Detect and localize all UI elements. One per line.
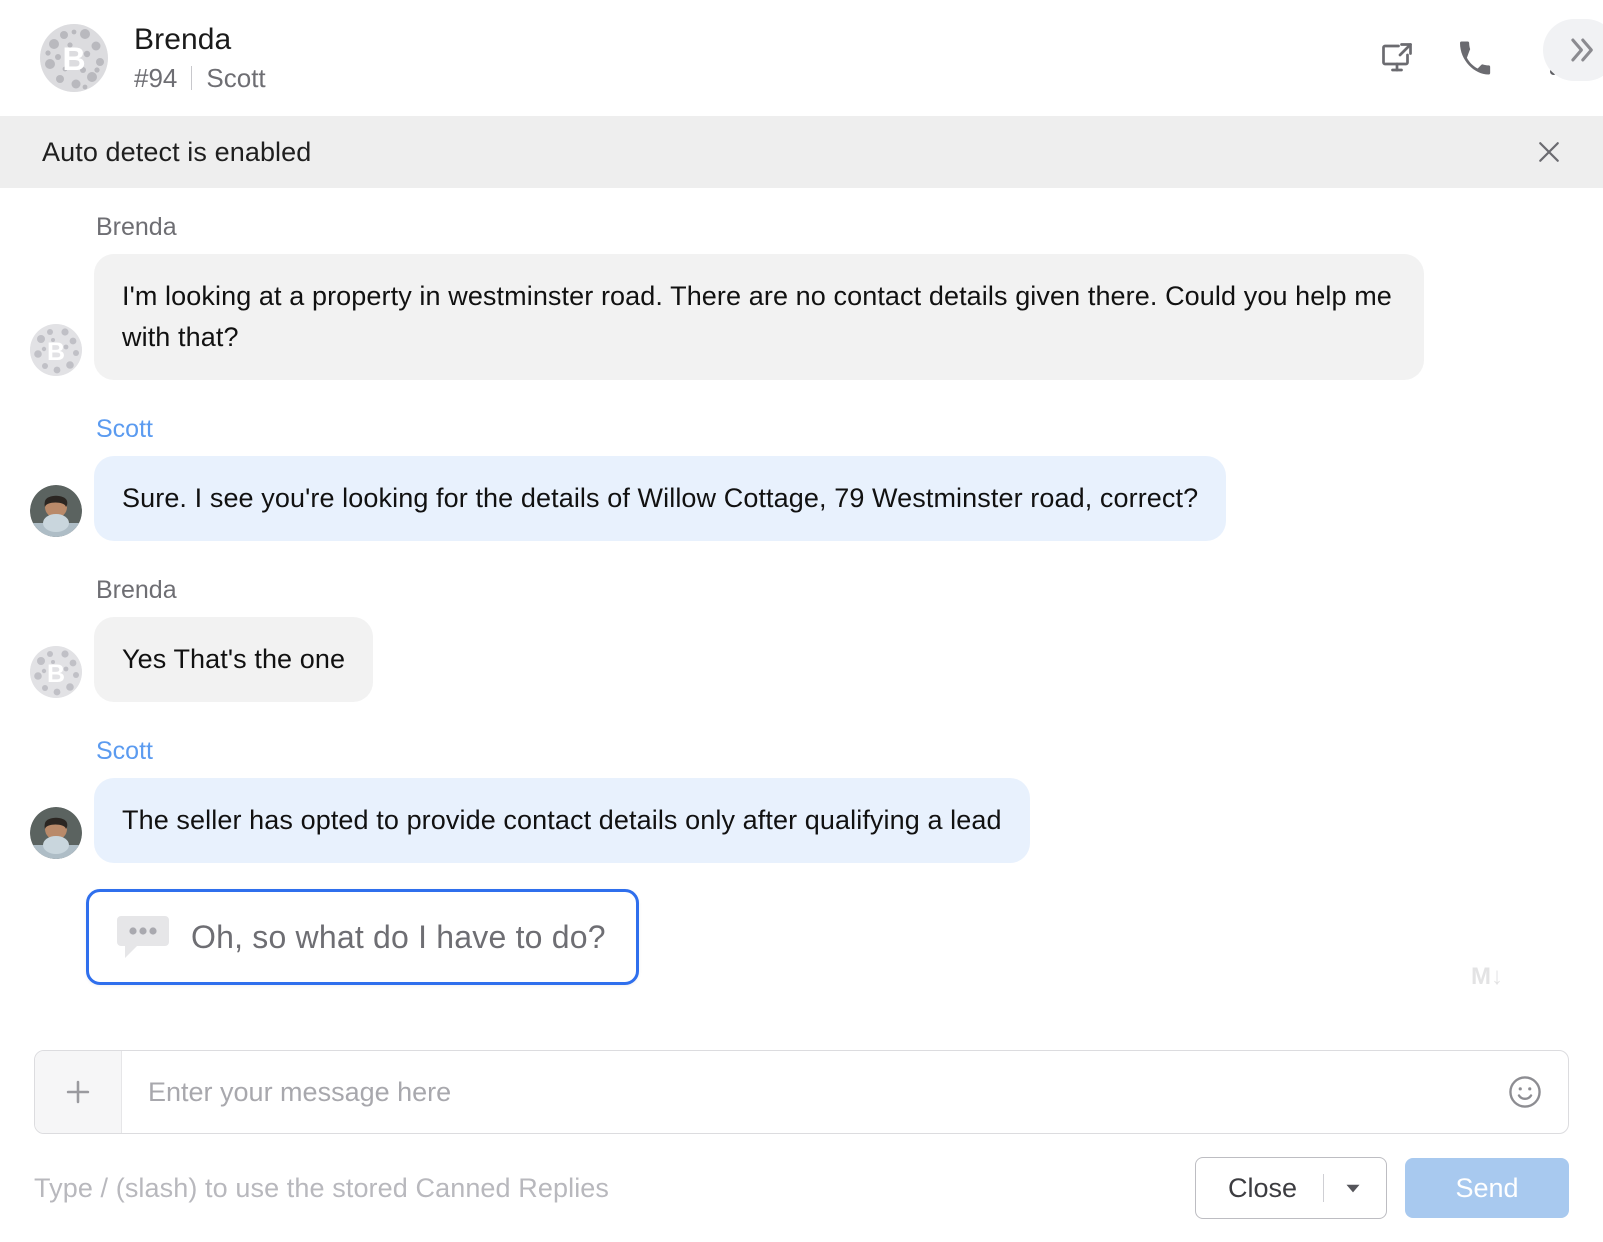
avatar-pattern-icon: B xyxy=(30,324,82,376)
message-list[interactable]: Brenda B I'm looking at a property xyxy=(0,188,1603,1050)
message-bubble: I'm looking at a property in westminster… xyxy=(94,254,1424,380)
composer-footer: Type / (slash) to use the stored Canned … xyxy=(0,1134,1603,1242)
subtitle-divider xyxy=(191,66,192,90)
typing-preview-box: Oh, so what do I have to do? xyxy=(86,889,639,985)
message-row: B Yes That's the one xyxy=(30,617,1563,702)
send-button[interactable]: Send xyxy=(1405,1158,1569,1218)
message-bubble: Sure. I see you're looking for the detai… xyxy=(94,456,1226,541)
close-split-button[interactable]: Close xyxy=(1195,1157,1387,1219)
svg-text:B: B xyxy=(62,41,85,77)
message-row: Sure. I see you're looking for the detai… xyxy=(30,456,1563,541)
auto-detect-notice: Auto detect is enabled xyxy=(0,116,1603,188)
phone-icon[interactable] xyxy=(1453,36,1497,80)
message-composer xyxy=(34,1050,1569,1134)
chevron-down-icon[interactable] xyxy=(1324,1175,1382,1201)
avatar-brenda-header: B xyxy=(40,24,108,92)
avatar-pattern-icon: B xyxy=(40,24,108,92)
footer-actions: Close Send xyxy=(1195,1157,1569,1219)
message-row: The seller has opted to provide contact … xyxy=(30,778,1563,863)
screen-share-icon[interactable] xyxy=(1375,36,1419,80)
expand-chevron-icon[interactable] xyxy=(1543,19,1603,81)
ticket-id: #94 xyxy=(134,63,177,93)
message-author: Scott xyxy=(96,414,1563,444)
message-author: Brenda xyxy=(96,212,1563,242)
message-row: B I'm looking at a property in westminst… xyxy=(30,254,1563,380)
avatar-brenda: B xyxy=(30,646,82,698)
svg-text:B: B xyxy=(47,660,65,688)
contact-name: Brenda xyxy=(134,23,266,57)
markdown-icon: M↓ xyxy=(1471,963,1503,991)
avatar-scott xyxy=(30,807,82,859)
composer-area xyxy=(0,1050,1603,1134)
emoji-icon[interactable] xyxy=(1482,1051,1568,1133)
visitor-typing-preview: Oh, so what do I have to do? M↓ xyxy=(86,889,1563,985)
message-author: Scott xyxy=(96,736,1563,766)
avatar-pattern-icon: B xyxy=(30,646,82,698)
avatar-photo-icon xyxy=(30,807,82,859)
message-group: Scott Sure. I se xyxy=(30,414,1563,541)
svg-text:B: B xyxy=(47,338,65,366)
canned-replies-hint: Type / (slash) to use the stored Canned … xyxy=(34,1173,609,1204)
avatar-photo-icon xyxy=(30,485,82,537)
message-bubble: Yes That's the one xyxy=(94,617,373,702)
message-author: Brenda xyxy=(96,575,1563,605)
close-icon[interactable] xyxy=(1529,132,1569,172)
assignee-name: Scott xyxy=(206,63,265,93)
notice-text: Auto detect is enabled xyxy=(42,137,311,168)
close-button-label: Close xyxy=(1200,1173,1323,1204)
add-attachment-icon[interactable] xyxy=(35,1051,122,1133)
message-group: Brenda B I'm looking at a property xyxy=(30,212,1563,380)
chat-panel: B Brenda #94 Scott xyxy=(0,0,1603,1242)
header-identity: Brenda #94 Scott xyxy=(134,23,266,93)
message-group: Scott The seller has opted to p xyxy=(30,736,1563,863)
typing-bubble-icon xyxy=(115,912,171,962)
message-group: Brenda B Yes That's the one xyxy=(30,575,1563,702)
avatar-scott xyxy=(30,485,82,537)
message-bubble: The seller has opted to provide contact … xyxy=(94,778,1030,863)
avatar-brenda: B xyxy=(30,324,82,376)
chat-header: B Brenda #94 Scott xyxy=(0,0,1603,116)
header-subtitle: #94 Scott xyxy=(134,63,266,93)
message-input[interactable] xyxy=(122,1051,1482,1133)
typing-preview-text: Oh, so what do I have to do? xyxy=(191,918,606,956)
